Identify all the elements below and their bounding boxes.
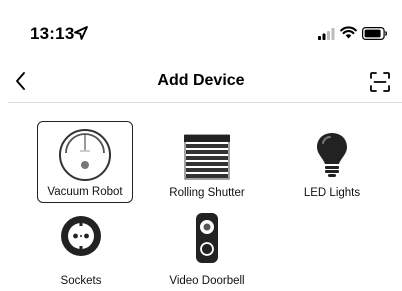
scan-frame-icon xyxy=(370,72,390,92)
signal-bars-icon xyxy=(318,28,335,40)
device-label: LED Lights xyxy=(303,187,361,199)
nav-divider xyxy=(8,102,402,103)
device-tile-sockets[interactable]: Sockets xyxy=(33,209,129,291)
page-title: Add Device xyxy=(157,72,245,89)
device-tile-led-lights[interactable]: LED Lights xyxy=(284,121,380,203)
status-time: 13:13 xyxy=(30,24,75,43)
device-label: Video Doorbell xyxy=(169,275,245,287)
device-label: Rolling Shutter xyxy=(169,187,245,199)
device-tile-vacuum-robot[interactable]: Vacuum Robot xyxy=(37,121,133,203)
robot-vacuum-icon xyxy=(59,129,111,181)
battery-icon xyxy=(362,27,388,40)
wifi-icon xyxy=(340,26,357,39)
device-label: Vacuum Robot xyxy=(47,186,123,198)
rolling-shutter-icon xyxy=(184,134,230,180)
device-tile-video-doorbell[interactable]: Video Doorbell xyxy=(159,209,255,291)
location-arrow-icon xyxy=(74,26,88,40)
video-doorbell-icon xyxy=(196,213,218,263)
device-label: Sockets xyxy=(60,275,102,287)
status-bar: 13:13 xyxy=(0,0,402,60)
nav-bar: Add Device xyxy=(0,58,402,102)
socket-icon xyxy=(61,216,101,256)
scan-button[interactable] xyxy=(368,70,392,94)
device-tile-rolling-shutter[interactable]: Rolling Shutter xyxy=(159,121,255,203)
light-bulb-icon xyxy=(317,133,347,177)
